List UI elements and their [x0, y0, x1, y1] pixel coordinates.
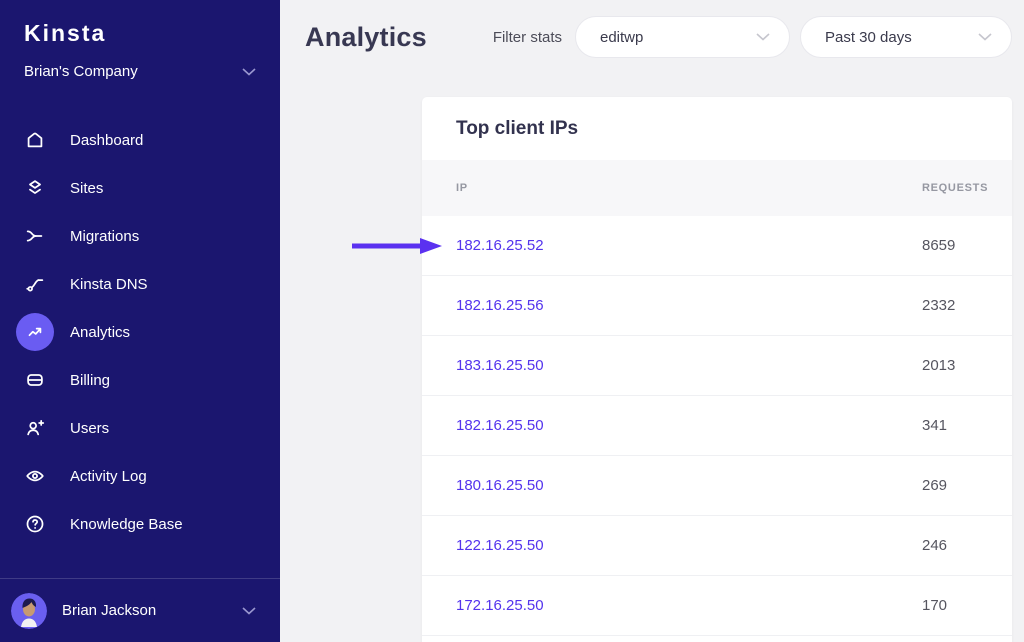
- requests-value: 2013: [922, 357, 984, 374]
- date-range-dropdown[interactable]: Past 30 days: [800, 16, 1012, 58]
- page-title: Analytics: [305, 22, 427, 53]
- sidebar-item-analytics[interactable]: Analytics: [0, 308, 280, 356]
- table-row: 182.16.25.56 2332: [422, 276, 1012, 336]
- requests-value: 8659: [922, 237, 984, 254]
- avatar: [11, 593, 47, 629]
- main-content: Analytics Filter stats editwp Past 30 da…: [280, 0, 1024, 642]
- requests-value: 170: [922, 597, 984, 614]
- sidebar-item-label: Users: [70, 420, 109, 437]
- filter-stats-label: Filter stats: [493, 29, 562, 46]
- requests-value: 2332: [922, 297, 984, 314]
- company-selector[interactable]: Brian's Company: [0, 53, 280, 94]
- chevron-down-icon: [756, 33, 770, 41]
- sidebar-item-label: Knowledge Base: [70, 516, 183, 533]
- chevron-down-icon: [242, 607, 256, 615]
- sidebar-nav: Dashboard Sites Migrations Kinsta DNS: [0, 116, 280, 548]
- sidebar: Kinsta Brian's Company Dashboard Sites: [0, 0, 280, 642]
- table-row: 182.16.25.52 8659: [422, 216, 1012, 276]
- date-range-value: Past 30 days: [825, 29, 912, 46]
- sidebar-item-label: Activity Log: [70, 468, 147, 485]
- ip-link[interactable]: 182.16.25.52: [456, 237, 544, 254]
- table-row: 172.16.25.50 170: [422, 576, 1012, 636]
- sidebar-item-migrations[interactable]: Migrations: [0, 212, 280, 260]
- table-header-row: IP REQUESTS: [422, 160, 1012, 216]
- sidebar-item-label: Sites: [70, 180, 103, 197]
- knowledge-base-icon: [16, 505, 54, 543]
- sidebar-item-sites[interactable]: Sites: [0, 164, 280, 212]
- sidebar-item-billing[interactable]: Billing: [0, 356, 280, 404]
- analytics-icon: [16, 313, 54, 351]
- sidebar-item-label: Migrations: [70, 228, 139, 245]
- sidebar-item-kinsta-dns[interactable]: Kinsta DNS: [0, 260, 280, 308]
- activity-log-icon: [16, 457, 54, 495]
- sidebar-item-label: Dashboard: [70, 132, 143, 149]
- ip-link[interactable]: 180.16.25.50: [456, 477, 544, 494]
- table-row: 182.16.25.50 341: [422, 396, 1012, 456]
- company-name: Brian's Company: [24, 63, 138, 80]
- ip-link[interactable]: 183.16.25.50: [456, 357, 544, 374]
- dashboard-icon: [16, 121, 54, 159]
- ip-link[interactable]: 122.16.25.50: [456, 537, 544, 554]
- sidebar-item-activity-log[interactable]: Activity Log: [0, 452, 280, 500]
- sites-icon: [16, 169, 54, 207]
- ip-link[interactable]: 182.16.25.50: [456, 417, 544, 434]
- sidebar-item-label: Kinsta DNS: [70, 276, 148, 293]
- sidebar-item-label: Billing: [70, 372, 110, 389]
- user-name: Brian Jackson: [62, 602, 242, 619]
- mykinsta-app: Kinsta Brian's Company Dashboard Sites: [0, 0, 1024, 642]
- ip-link[interactable]: 182.16.25.56: [456, 297, 544, 314]
- chevron-down-icon: [978, 33, 992, 41]
- column-header-ip: IP: [456, 182, 468, 194]
- table-row: 183.16.25.50 2013: [422, 336, 1012, 396]
- sidebar-item-users[interactable]: Users: [0, 404, 280, 452]
- table-row: 122.16.25.50 246: [422, 516, 1012, 576]
- site-filter-value: editwp: [600, 29, 643, 46]
- requests-value: 341: [922, 417, 984, 434]
- user-menu[interactable]: Brian Jackson: [0, 578, 280, 642]
- requests-value: 246: [922, 537, 984, 554]
- billing-icon: [16, 361, 54, 399]
- kinsta-logo: Kinsta: [0, 0, 280, 53]
- dns-icon: [16, 265, 54, 303]
- add-user-icon: [16, 409, 54, 447]
- ip-link[interactable]: 172.16.25.50: [456, 597, 544, 614]
- chevron-down-icon: [242, 68, 256, 76]
- top-client-ips-card: Top client IPs IP REQUESTS 182.16.25.52 …: [422, 97, 1012, 642]
- sidebar-item-knowledge-base[interactable]: Knowledge Base: [0, 500, 280, 548]
- table-row: 180.16.25.50 269: [422, 456, 1012, 516]
- site-filter-dropdown[interactable]: editwp: [575, 16, 790, 58]
- sidebar-item-dashboard[interactable]: Dashboard: [0, 116, 280, 164]
- column-header-requests: REQUESTS: [922, 182, 984, 194]
- sidebar-item-label: Analytics: [70, 324, 130, 341]
- migrations-icon: [16, 217, 54, 255]
- requests-value: 269: [922, 477, 984, 494]
- analytics-header: Analytics Filter stats editwp Past 30 da…: [280, 0, 1024, 74]
- card-title: Top client IPs: [422, 97, 1012, 160]
